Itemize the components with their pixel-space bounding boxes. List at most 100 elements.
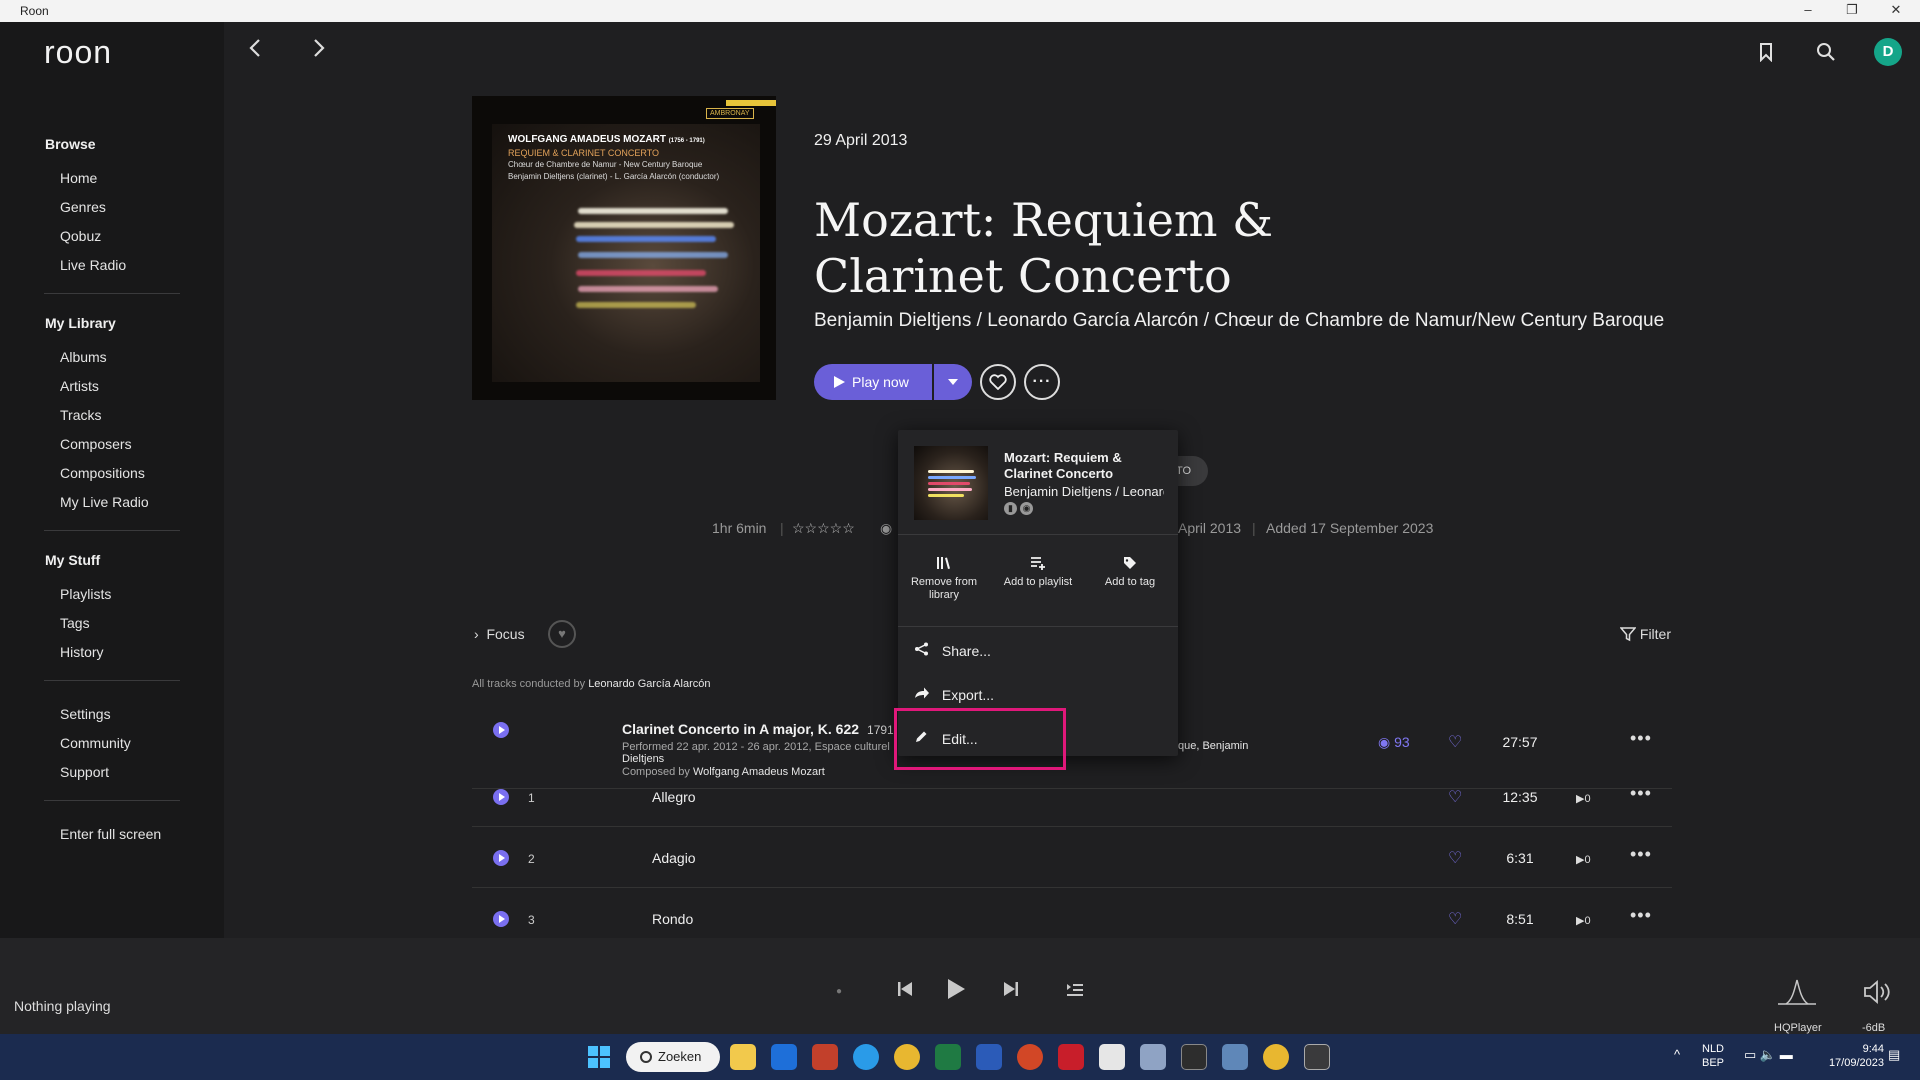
play-options-dropdown[interactable] (934, 364, 972, 400)
sidebar-item-support[interactable]: Support (60, 764, 109, 780)
sidebar-item-settings[interactable]: Settings (60, 706, 111, 722)
share-menu-item[interactable]: Share... (914, 642, 991, 659)
track-more-icon[interactable]: ••• (1630, 844, 1652, 865)
heart-icon (989, 374, 1007, 391)
play-now-button[interactable]: Play now (814, 364, 932, 400)
play-track-button[interactable] (493, 911, 509, 927)
queue-icon[interactable] (1066, 978, 1084, 1004)
album-date: 29 April 2013 (814, 132, 908, 149)
track-name[interactable]: Allegro (652, 789, 696, 805)
file-explorer-icon[interactable] (730, 1044, 756, 1070)
sidebar-item-live-radio[interactable]: Live Radio (60, 257, 126, 273)
roon-taskbar-icon[interactable] (1304, 1044, 1330, 1070)
work-heart-icon[interactable]: ♡ (1448, 732, 1462, 752)
cover-label-logo: AMBRONAY (706, 108, 754, 119)
close-button[interactable]: ✕ (1876, 2, 1916, 18)
sidebar-item-history[interactable]: History (60, 644, 104, 660)
sidebar-item-compositions[interactable]: Compositions (60, 465, 145, 481)
add-to-playlist-button[interactable]: Add to playlist (992, 556, 1084, 589)
bookmark-icon[interactable] (1758, 42, 1774, 67)
track-more-icon[interactable]: ••• (1630, 783, 1652, 804)
cover-title: REQUIEM & CLARINET CONCERTO (508, 148, 660, 158)
excel-icon[interactable] (935, 1044, 961, 1070)
add-to-tag-button[interactable]: Add to tag (1084, 556, 1176, 589)
heart-button[interactable] (980, 364, 1016, 400)
back-arrow-icon[interactable] (246, 36, 266, 66)
edit-menu-item[interactable]: Edit... (914, 730, 978, 747)
sidebar-item-genres[interactable]: Genres (60, 199, 106, 215)
track-heart-icon[interactable]: ♡ (1448, 909, 1462, 929)
word-icon[interactable] (976, 1044, 1002, 1070)
chrome-icon[interactable] (894, 1044, 920, 1070)
remote-desktop-icon[interactable] (1140, 1044, 1166, 1070)
network-volume-battery-icons[interactable]: ▭ 🔈 ▬ (1744, 1048, 1793, 1062)
work-composer: Composed by Wolfgang Amadeus Mozart (622, 766, 825, 778)
avatar[interactable]: D (1874, 38, 1902, 66)
app-icon[interactable] (1222, 1044, 1248, 1070)
share-icon (914, 642, 938, 659)
sidebar-item-playlists[interactable]: Playlists (60, 586, 111, 602)
focus-toggle[interactable]: › Focus (474, 626, 525, 642)
sidebar-item-home[interactable]: Home (60, 170, 97, 186)
next-track-icon[interactable] (1002, 978, 1020, 1004)
track-more-icon[interactable]: ••• (1630, 905, 1652, 926)
keyboard-language[interactable]: NLD BEP (1702, 1042, 1724, 1070)
enter-fullscreen-button[interactable]: Enter full screen (60, 826, 161, 842)
sidebar-item-community[interactable]: Community (60, 735, 131, 751)
edge-icon[interactable] (853, 1044, 879, 1070)
track-duration: 6:31 (1506, 850, 1534, 866)
chrome-icon[interactable] (1263, 1044, 1289, 1070)
hqplayer-zone-icon[interactable] (1776, 978, 1818, 1014)
app-icon[interactable] (1058, 1044, 1084, 1070)
filter-button[interactable]: Filter (1619, 626, 1672, 642)
track-name[interactable]: Adagio (652, 850, 696, 866)
zone-name[interactable]: HQPlayer (1774, 1022, 1822, 1034)
album-artists[interactable]: Benjamin Dieltjens / Leonardo García Ala… (814, 310, 1670, 332)
work-title[interactable]: Clarinet Concerto in A major, K. 622 1791 (622, 721, 894, 737)
outlook-icon[interactable] (771, 1044, 797, 1070)
rating-stars[interactable]: ☆☆☆☆☆ (792, 520, 855, 537)
work-more-icon[interactable]: ••• (1630, 728, 1652, 749)
conductor-link[interactable]: Leonardo García Alarcón (588, 678, 710, 690)
popup-divider (898, 534, 1178, 535)
export-menu-item[interactable]: Export... (914, 686, 994, 703)
taskbar-clock[interactable]: 9:44 17/09/2023 (1820, 1042, 1884, 1070)
windows-start-icon[interactable] (586, 1044, 612, 1070)
quality-icon[interactable]: ◉ (880, 520, 892, 537)
remove-from-library-button[interactable]: Remove from library (898, 556, 990, 602)
track-heart-icon[interactable]: ♡ (1448, 848, 1462, 868)
play-track-button[interactable] (493, 789, 509, 805)
sidebar-item-tracks[interactable]: Tracks (60, 407, 101, 423)
sidebar-item-artists[interactable]: Artists (60, 378, 99, 394)
minimize-button[interactable]: – (1788, 2, 1828, 17)
sidebar-item-my-live-radio[interactable]: My Live Radio (60, 494, 149, 510)
sidebar-item-tags[interactable]: Tags (60, 615, 90, 631)
app-icon[interactable] (1099, 1044, 1125, 1070)
sidebar-item-albums[interactable]: Albums (60, 349, 107, 365)
volume-icon[interactable] (1862, 980, 1892, 1010)
sidebar-item-qobuz[interactable]: Qobuz (60, 228, 101, 244)
composer-link[interactable]: Wolfgang Amadeus Mozart (693, 766, 825, 778)
play-work-button[interactable] (493, 722, 509, 738)
powerpoint-icon[interactable] (1017, 1044, 1043, 1070)
play-icon[interactable] (946, 978, 966, 1006)
sidebar-divider (44, 680, 180, 681)
previous-track-icon[interactable] (896, 978, 914, 1004)
filter-label: Filter (1639, 626, 1672, 642)
focus-heart-icon[interactable]: ♥ (548, 620, 576, 648)
forward-arrow-icon[interactable] (308, 36, 328, 66)
tray-chevron-icon[interactable]: ^ (1674, 1048, 1680, 1062)
maximize-button[interactable]: ❐ (1832, 2, 1872, 18)
meta-separator: | (780, 520, 784, 536)
terminal-icon[interactable] (1181, 1044, 1207, 1070)
track-heart-icon[interactable]: ♡ (1448, 787, 1462, 807)
search-icon[interactable] (1816, 42, 1836, 67)
notification-icon[interactable]: ▤ (1888, 1048, 1900, 1062)
sidebar-item-composers[interactable]: Composers (60, 436, 132, 452)
office-icon[interactable] (812, 1044, 838, 1070)
track-name[interactable]: Rondo (652, 911, 693, 927)
more-options-button[interactable]: ··· (1024, 364, 1060, 400)
taskbar-search[interactable]: Zoeken (626, 1042, 720, 1072)
popup-album-title: Mozart: Requiem & Clarinet Concerto (1004, 450, 1122, 481)
play-track-button[interactable] (493, 850, 509, 866)
